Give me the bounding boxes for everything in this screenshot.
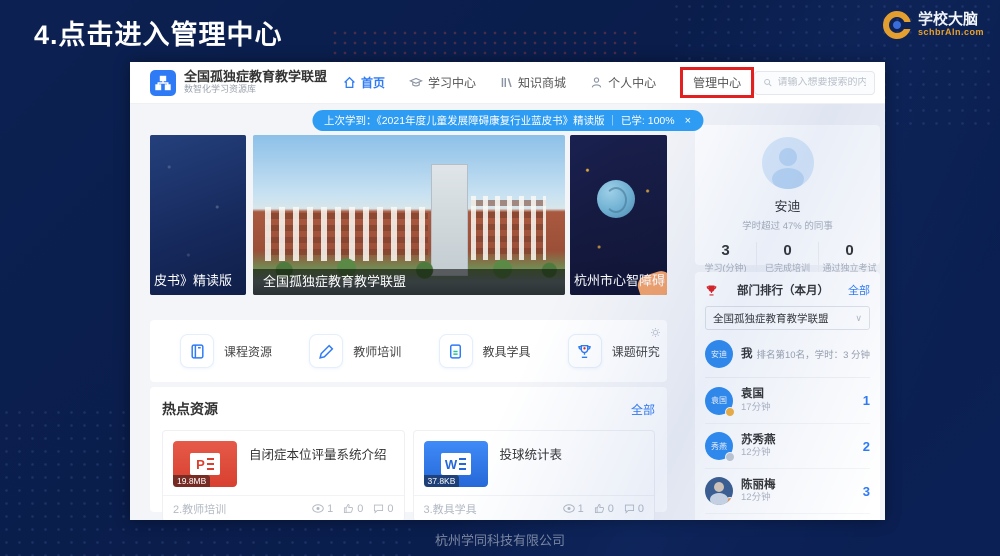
resource-category: 3.教具学具 <box>424 501 477 517</box>
hot-resources-section: 热点资源 全部 P 19.8MB 自闭症本位评量系统介绍 2.教 <box>150 387 667 512</box>
ranking-view-all-link[interactable]: 全部 <box>848 282 870 298</box>
file-size-badge: 37.8KB <box>424 475 460 487</box>
resource-title: 投球统计表 <box>500 441 563 487</box>
org-subtitle: 数智化学习资源库 <box>184 85 327 95</box>
rank-number: 1 <box>863 393 870 408</box>
silver-medal-icon <box>725 452 735 462</box>
stat-learning-minutes: 3 学习(分钟) <box>695 242 756 274</box>
org-title-block: 全国孤独症教育教学联盟 数智化学习资源库 <box>184 70 327 94</box>
stat-passed-exams: 0 通过独立考试 <box>818 242 880 274</box>
books-icon <box>500 76 513 89</box>
nav-item-personal-center[interactable]: 个人中心 <box>590 74 656 91</box>
graduation-cap-icon <box>409 76 423 89</box>
carousel-slide-current[interactable]: 全国孤独症教育教学联盟 <box>253 135 565 295</box>
search-icon <box>763 77 772 88</box>
org-chart-icon <box>155 75 171 91</box>
comment-icon[interactable] <box>373 503 384 514</box>
ranking-row: 袁国 袁国 17分钟 1 <box>705 378 870 423</box>
last-learned-banner: 上次学到：《2021年度儿童发展障碍康复行业蓝皮书》精读版 ｜ 已学: 100%… <box>312 110 703 131</box>
brand-logo: 学校大脑 schbrAIn.com <box>883 11 984 39</box>
brand-domain: schbrAIn.com <box>918 28 984 37</box>
org-name: 全国孤独症教育教学联盟 <box>184 70 327 84</box>
resource-category: 2.教师培训 <box>173 501 226 517</box>
my-rank-info: 排名第10名，学时：3 分钟 <box>757 347 871 361</box>
rank-number: 2 <box>863 439 870 454</box>
gold-medal-icon <box>725 407 735 417</box>
user-progress-note: 学时超过 47% 的同事 <box>695 218 880 232</box>
tutorial-slide: 4.点击进入管理中心 学校大脑 schbrAIn.com 全国孤独症教 <box>0 0 1000 556</box>
search-box[interactable] <box>754 71 875 95</box>
avatar: 秀燕 <box>705 432 733 460</box>
carousel-slide-previous[interactable]: 皮书》精读版 <box>150 135 246 295</box>
feature-teacher-training[interactable]: 教师培训 <box>309 334 408 368</box>
like-icon[interactable] <box>594 503 605 514</box>
carousel-caption-right: 杭州市心智障碍 <box>574 270 665 289</box>
org-logo-icon[interactable] <box>150 70 176 96</box>
carousel-slide-next[interactable]: 杭州市心智障碍 <box>570 135 667 295</box>
bronze-medal-icon <box>725 497 733 505</box>
user-profile-card: 安迪 学时超过 47% 的同事 3 学习(分钟) 0 已完成培训 0 通过独立考… <box>695 125 880 265</box>
feature-teaching-aids[interactable]: 教具学具 <box>439 334 538 368</box>
nav-item-admin-center[interactable]: 管理中心 <box>680 67 754 98</box>
brand-name: 学校大脑 <box>918 12 984 28</box>
banner-carousel[interactable]: 皮书》精读版 全国孤独症教育教学联盟 杭州市心智障碍 <box>150 135 667 295</box>
avatar <box>705 477 733 505</box>
ranking-row: 潘斯诗 10分钟 4 <box>705 513 870 520</box>
nav-item-learning-center[interactable]: 学习中心 <box>409 74 476 91</box>
document-icon <box>439 334 473 368</box>
webpage-screenshot: 全国孤独症教育教学联盟 数智化学习资源库 首页 学习中心 <box>130 62 885 520</box>
hot-view-all-link[interactable]: 全部 <box>631 401 655 418</box>
main-menu: 首页 学习中心 知识商城 <box>343 67 754 98</box>
company-footer: 杭州学同科技有限公司 <box>0 530 1000 549</box>
building-windows <box>265 207 427 261</box>
nav-item-home[interactable]: 首页 <box>343 74 385 91</box>
stat-completed-trainings: 0 已完成培训 <box>756 242 818 274</box>
nav-item-knowledge-mall[interactable]: 知识商城 <box>500 74 566 91</box>
ranking-row: 陈丽梅 12分钟 3 <box>705 468 870 513</box>
feature-shortcuts: 课程资源 教师培训 教具学具 <box>150 320 667 382</box>
views-icon <box>563 504 575 513</box>
avatar: 安迪 <box>705 340 733 368</box>
ranking-title: 部门排行（本月） <box>718 282 848 298</box>
ppt-file-icon: P 19.8MB <box>173 441 237 487</box>
ranking-trophy-icon <box>705 284 718 297</box>
search-input[interactable] <box>778 77 866 88</box>
resource-card-ppt[interactable]: P 19.8MB 自闭症本位评量系统介绍 2.教师培训 1 0 0 <box>162 430 405 520</box>
brand-swirl-icon <box>883 11 911 39</box>
ranking-row: 秀燕 苏秀燕 12分钟 2 <box>705 423 870 468</box>
user-name: 安迪 <box>695 196 880 215</box>
avatar: 袁国 <box>705 387 733 415</box>
file-size-badge: 19.8MB <box>173 475 210 487</box>
department-ranking-card: 部门排行（本月） 全部 全国孤独症教育教学联盟 ∨ 安迪 我 排名第10名，学时… <box>695 272 880 520</box>
pencil-icon <box>309 334 343 368</box>
chevron-down-icon: ∨ <box>855 313 862 324</box>
decor-dots-red <box>330 28 640 62</box>
book-icon <box>180 334 214 368</box>
department-dropdown[interactable]: 全国孤独症教育教学联盟 ∨ <box>705 306 870 330</box>
last-learned-text: 上次学到：《2021年度儿童发展障碍康复行业蓝皮书》精读版 ｜ 已学: 100% <box>324 113 675 128</box>
trophy-icon <box>568 334 602 368</box>
rank-number: 3 <box>863 484 870 499</box>
page-body: 上次学到：《2021年度儿童发展障碍康复行业蓝皮书》精读版 ｜ 已学: 100%… <box>130 104 885 520</box>
views-icon <box>312 504 324 513</box>
word-file-icon: W 37.8KB <box>424 441 488 487</box>
like-icon[interactable] <box>343 503 354 514</box>
planet-illustration <box>597 180 635 218</box>
carousel-caption-left: 皮书》精读版 <box>154 270 232 289</box>
feature-course-resources[interactable]: 课程资源 <box>180 334 279 368</box>
building-windows-right <box>471 196 546 260</box>
resource-card-word[interactable]: W 37.8KB 投球统计表 3.教具学具 1 0 0 <box>413 430 656 520</box>
home-icon <box>343 76 356 89</box>
step-title: 4.点击进入管理中心 <box>34 13 283 52</box>
comment-icon[interactable] <box>624 503 635 514</box>
gear-icon[interactable] <box>650 325 661 343</box>
user-avatar[interactable] <box>762 137 814 189</box>
person-icon <box>590 76 603 89</box>
resource-title: 自闭症本位评量系统介绍 <box>249 441 387 487</box>
hot-resources-title: 热点资源 <box>162 399 218 419</box>
close-icon[interactable]: × <box>685 115 691 127</box>
carousel-caption-center: 全国孤独症教育教学联盟 <box>253 269 565 295</box>
top-navbar: 全国孤独症教育教学联盟 数智化学习资源库 首页 学习中心 <box>130 62 885 104</box>
ranking-row-me: 安迪 我 排名第10名，学时：3 分钟 <box>705 340 870 378</box>
